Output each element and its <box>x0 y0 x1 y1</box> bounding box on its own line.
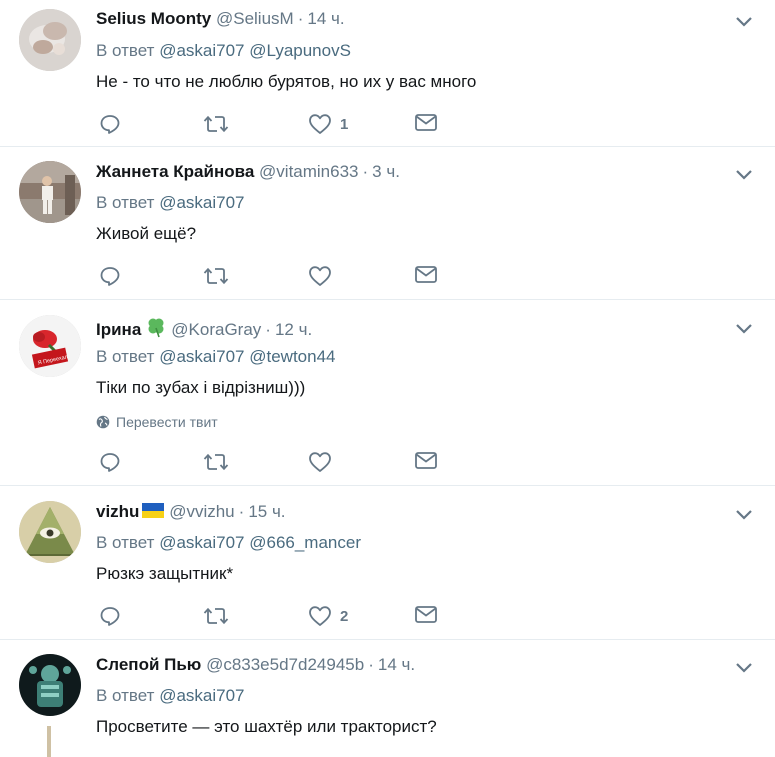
heart-icon <box>309 606 331 626</box>
author-handle[interactable]: @vvizhu <box>169 502 234 521</box>
tweet-actions: 1 <box>96 113 456 137</box>
translate-label: Перевести твит <box>116 414 218 430</box>
timestamp[interactable]: 3 ч. <box>372 162 400 181</box>
avatar[interactable] <box>19 654 81 716</box>
message-button[interactable] <box>414 451 438 471</box>
tweet-item[interactable]: Я Переехал Ірина @KoraGray · 12 ч. В ответ … <box>0 300 775 486</box>
like-button[interactable] <box>308 451 340 473</box>
message-button[interactable] <box>414 265 438 285</box>
thread-line <box>47 726 51 757</box>
like-count: 2 <box>340 607 349 625</box>
ukraine-flag-icon <box>142 503 165 518</box>
reply-button[interactable] <box>99 265 121 287</box>
tweet-text: Просветите — это шахтёр или тракторист? <box>96 717 437 736</box>
tweet-item[interactable]: vizhu @vvizhu · 15 ч. В ответ @askai707 @6… <box>0 486 775 640</box>
reply-feed: Selius Moonty @SeliusM · 14 ч. В ответ @as… <box>0 0 775 757</box>
tweet-header: Жаннета Крайнова @vitamin633 · 3 ч. <box>96 162 400 181</box>
chevron-down-icon[interactable] <box>735 662 753 674</box>
mention-link[interactable]: @askai707 <box>159 533 244 552</box>
reply-context: В ответ @askai707 <box>96 686 245 705</box>
heart-icon <box>309 266 331 286</box>
mention-link[interactable]: @askai707 <box>159 193 244 212</box>
clover-icon <box>148 318 164 338</box>
reply-context: В ответ @askai707 @tewton44 <box>96 347 336 366</box>
heart-icon <box>309 452 331 472</box>
retweet-icon <box>203 607 229 625</box>
mention-link[interactable]: @666_mancer <box>249 533 361 552</box>
tweet-actions: 2 <box>96 605 456 629</box>
tweet-text: Не - то что не люблю бурятов, но их у ва… <box>96 72 477 91</box>
tweet-header: Selius Moonty @SeliusM · 14 ч. <box>96 9 345 28</box>
timestamp[interactable]: 14 ч. <box>307 9 344 28</box>
mention-link[interactable]: @askai707 <box>159 686 244 705</box>
envelope-icon <box>415 114 437 131</box>
reply-icon <box>100 267 120 286</box>
like-button[interactable] <box>308 265 340 287</box>
reply-icon <box>100 607 120 626</box>
tweet-header: Слепой Пью @c833e5d7d24945b · 14 ч. <box>96 655 416 674</box>
tweet-item[interactable]: Selius Moonty @SeliusM · 14 ч. В ответ @as… <box>0 0 775 147</box>
retweet-icon <box>203 267 229 285</box>
tweet-text: Рюзкэ защытник* <box>96 564 234 583</box>
reply-context: В ответ @askai707 @666_mancer <box>96 533 361 552</box>
retweet-icon <box>203 115 229 133</box>
author-handle[interactable]: @c833e5d7d24945b <box>206 655 364 674</box>
chevron-down-icon[interactable] <box>735 16 753 28</box>
heart-icon <box>309 114 331 134</box>
like-count: 1 <box>340 115 349 133</box>
avatar[interactable] <box>19 501 81 563</box>
author-name[interactable]: Selius Moonty <box>96 9 211 28</box>
timestamp[interactable]: 12 ч. <box>275 320 312 339</box>
translate-link[interactable]: Перевести твит <box>96 414 218 430</box>
author-name[interactable]: vizhu <box>96 502 139 521</box>
avatar[interactable] <box>19 161 81 223</box>
like-button[interactable]: 1 <box>308 113 348 135</box>
avatar[interactable] <box>19 9 81 71</box>
tweet-actions <box>96 265 456 289</box>
envelope-icon <box>415 606 437 623</box>
tweet-actions <box>96 451 456 475</box>
tweet-header: vizhu @vvizhu · 15 ч. <box>96 502 286 521</box>
mention-link[interactable]: @tewton44 <box>249 347 335 366</box>
reply-context: В ответ @askai707 @LyapunovS <box>96 41 351 60</box>
retweet-button[interactable] <box>203 451 229 473</box>
like-button[interactable]: 2 <box>308 605 348 627</box>
envelope-icon <box>415 266 437 283</box>
author-handle[interactable]: @vitamin633 <box>259 162 358 181</box>
tweet-header: Ірина @KoraGray · 12 ч. <box>96 316 312 340</box>
chevron-down-icon[interactable] <box>735 169 753 181</box>
reply-button[interactable] <box>99 451 121 473</box>
tweet-item[interactable]: Жаннета Крайнова @vitamin633 · 3 ч. В отве… <box>0 147 775 300</box>
author-handle[interactable]: @KoraGray <box>171 320 261 339</box>
timestamp[interactable]: 14 ч. <box>378 655 415 674</box>
envelope-icon <box>415 452 437 469</box>
retweet-button[interactable] <box>203 605 229 627</box>
reply-context: В ответ @askai707 <box>96 193 245 212</box>
reply-icon <box>100 115 120 134</box>
retweet-icon <box>203 453 229 471</box>
mention-link[interactable]: @askai707 <box>159 41 244 60</box>
mention-link[interactable]: @LyapunovS <box>249 41 351 60</box>
author-name[interactable]: Ірина <box>96 320 141 339</box>
timestamp[interactable]: 15 ч. <box>248 502 285 521</box>
reply-icon <box>100 453 120 472</box>
reply-button[interactable] <box>99 605 121 627</box>
chevron-down-icon[interactable] <box>735 509 753 521</box>
message-button[interactable] <box>414 113 438 133</box>
tweet-item[interactable]: Слепой Пью @c833e5d7d24945b · 14 ч. В отве… <box>0 640 775 757</box>
tweet-text: Тіки по зубах і відрізниш))) <box>96 378 306 397</box>
reply-button[interactable] <box>99 113 121 135</box>
message-button[interactable] <box>414 605 438 625</box>
chevron-down-icon[interactable] <box>735 323 753 335</box>
mention-link[interactable]: @askai707 <box>159 347 244 366</box>
retweet-button[interactable] <box>203 113 229 135</box>
globe-icon <box>96 415 110 429</box>
avatar[interactable]: Я Переехал <box>19 315 81 377</box>
tweet-text: Живой ещё? <box>96 224 197 243</box>
author-handle[interactable]: @SeliusM <box>216 9 294 28</box>
author-name[interactable]: Слепой Пью <box>96 655 201 674</box>
author-name[interactable]: Жаннета Крайнова <box>96 162 254 181</box>
retweet-button[interactable] <box>203 265 229 287</box>
